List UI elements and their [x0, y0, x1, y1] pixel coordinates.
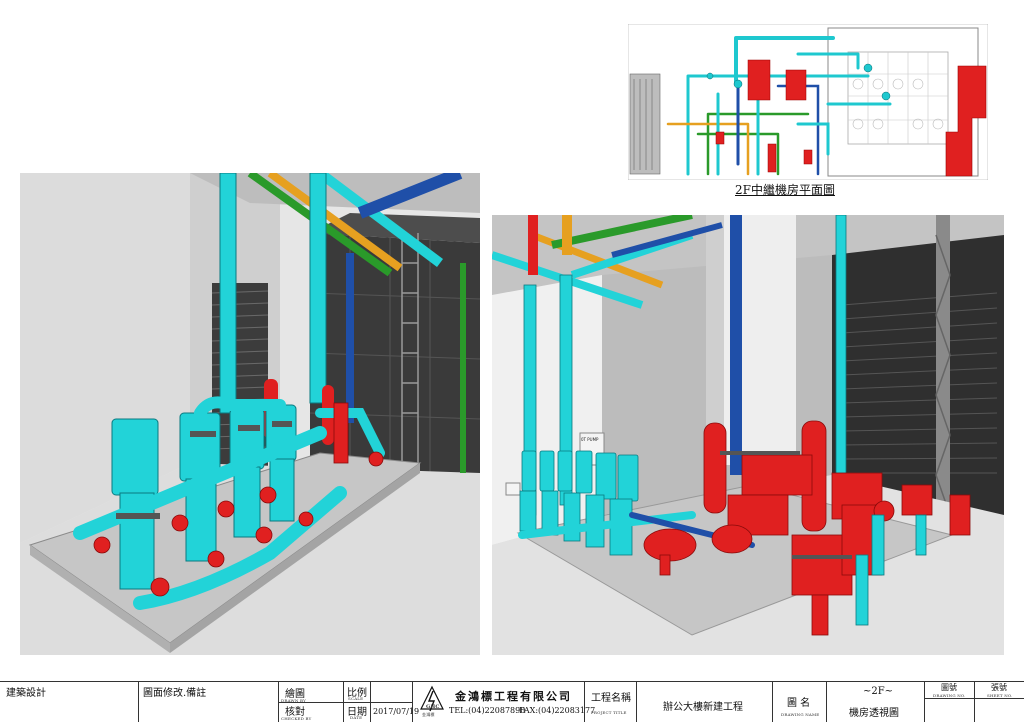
drawing-no-label: 圖號 — [941, 683, 957, 692]
project-title-value-cell: 辦公大樓新建工程 — [636, 682, 772, 722]
plan-view-drawing — [627, 23, 989, 181]
date-en: DATE — [350, 715, 363, 720]
revision-note-text: 圖面修改.備註 — [143, 688, 207, 699]
company-tel: TEL:(04)22087890 — [449, 706, 526, 715]
project-title-value: 辦公大樓新建工程 — [663, 702, 743, 713]
company-logo-text: GHC — [426, 704, 440, 710]
project-title-en: PROJECT TITLE — [591, 710, 627, 715]
checked-by-en: CHECKED BY — [281, 716, 312, 721]
scale-date-label-cell: 比例 SCALE 日期 DATE — [343, 682, 371, 722]
project-title-label-cell: 工程名稱 PROJECT TITLE — [584, 682, 636, 722]
discipline-text: 建築設計 — [6, 688, 46, 699]
drawing-floor: ~2F~ — [863, 686, 894, 697]
drawing-name-value-cell: ~2F~ 機房透視圖 — [826, 682, 924, 722]
scale-en: SCALE — [348, 696, 364, 701]
drawing-name-label: 圖 名 — [787, 698, 811, 709]
pump-label: 0T PUMP — [581, 437, 599, 442]
title-block: 建築設計 圖面修改.備註 繪圖 DRAWN BY 核對 CHECKED BY 比… — [0, 681, 1024, 722]
project-title-label: 工程名稱 — [591, 693, 631, 704]
drawing-name-label-cell: 圖 名 DRAWING NAME — [772, 682, 826, 722]
pump-room-view-left — [20, 173, 480, 655]
revision-note-cell: 圖面修改.備註 — [138, 682, 278, 722]
drawing-name-en: DRAWING NAME — [781, 712, 820, 717]
pump-room-view-right: 0T PUMP — [492, 215, 1004, 655]
plan-view-caption: 2F中繼機房平面圖 — [735, 183, 835, 197]
company-cell: GHC 金鴻標 金鴻標工程有限公司 TEL:(04)22087890 FAX:(… — [412, 682, 595, 722]
drawing-name-value: 機房透視圖 — [849, 708, 899, 719]
drawn-checked-cell: 繪圖 DRAWN BY 核對 CHECKED BY — [278, 682, 344, 722]
sheet-no-label: 張號 — [991, 683, 1007, 692]
drawing-no-cell: 圖號 DRAWING NO. — [924, 682, 975, 722]
company-logo-sub: 金鴻標 — [422, 712, 435, 717]
company-name: 金鴻標工程有限公司 — [455, 690, 572, 703]
sheet-no-cell: 張號 SHEET NO. — [974, 682, 1024, 722]
scale-date-value-cell: 2017/07/19 — [370, 682, 419, 722]
